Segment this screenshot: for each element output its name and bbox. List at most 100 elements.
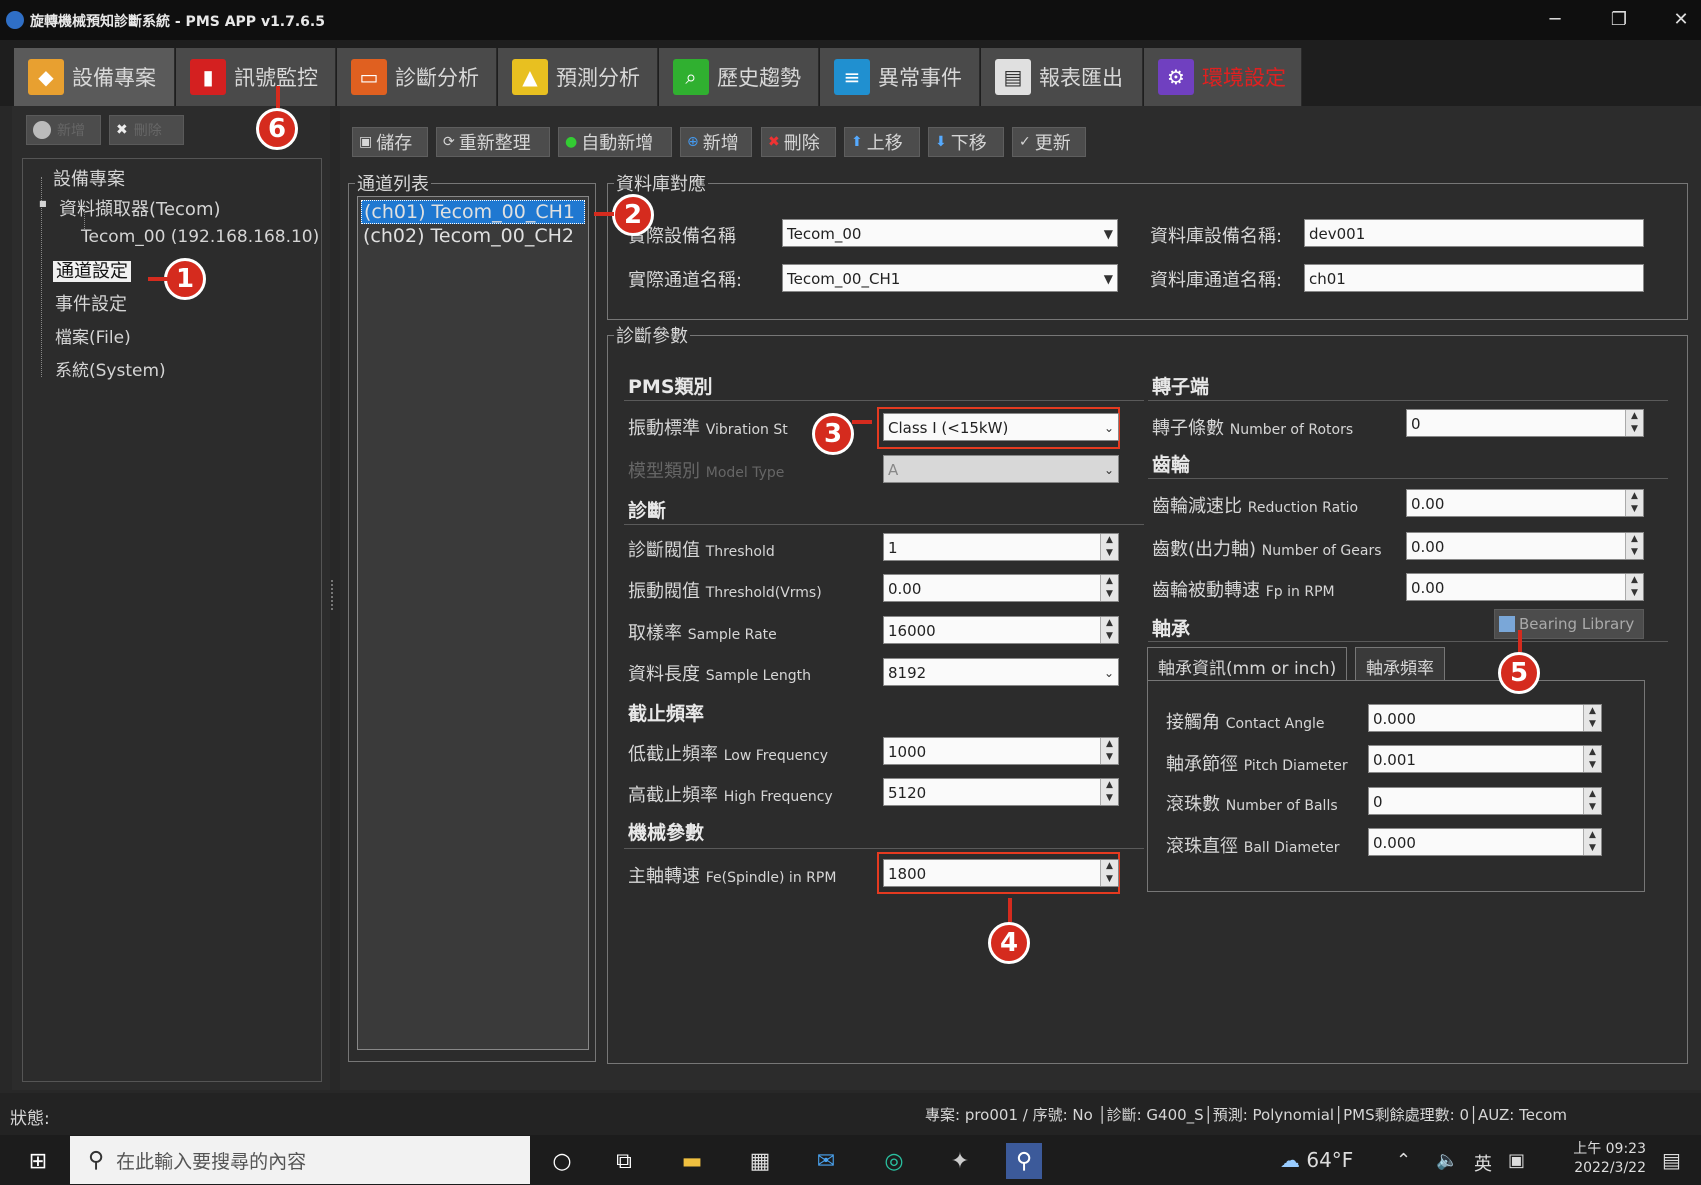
reduction-ratio-spinner[interactable]: 0.00 ▲ ▼ [1406, 489, 1644, 517]
store-icon[interactable]: ▦ [742, 1143, 778, 1179]
model-type-select[interactable]: A ⌄ [883, 455, 1119, 483]
tab-bearing-info[interactable]: 軸承資訊(mm or inch) [1147, 647, 1348, 681]
spinner-arrows-icon[interactable]: ▲ ▼ [1583, 788, 1601, 814]
step-marker-4: 4 [988, 922, 1030, 964]
close-button[interactable]: ✕ [1666, 8, 1696, 32]
vibration-standard-select[interactable]: Class I (<15kW) ⌄ [883, 413, 1119, 441]
delete-button[interactable]: ✖ 刪除 [761, 127, 836, 157]
pinned-app-icon[interactable]: ✦ [942, 1143, 978, 1179]
tree-item-event-settings[interactable]: 事件設定 [55, 290, 127, 316]
vibration-standard-label: 振動標準 Vibration St [628, 418, 788, 439]
rotors-spinner[interactable]: 0 ▲ ▼ [1406, 409, 1644, 437]
tab-bearing-frequency[interactable]: 軸承頻率 [1355, 647, 1445, 681]
minimize-button[interactable]: ─ [1540, 8, 1570, 32]
tab-report-export[interactable]: ▤ 報表匯出 [981, 48, 1143, 106]
tab-signal-monitor[interactable]: ▮ 訊號監控 [176, 48, 336, 106]
book-icon [1499, 616, 1515, 632]
threshold-spinner[interactable]: 1 ▲ ▼ [883, 533, 1119, 561]
tab-diagnosis[interactable]: ▭ 診斷分析 [337, 48, 497, 106]
tree-remove-button[interactable]: ✖ 刪除 [109, 115, 184, 145]
clock-time[interactable]: 上午 09:23 [1556, 1138, 1646, 1158]
pms-app-taskbar-icon[interactable]: ⚲ [1006, 1143, 1042, 1179]
sample-rate-spinner[interactable]: 16000 ▲ ▼ [883, 616, 1119, 644]
bearing-library-button[interactable]: Bearing Library [1494, 609, 1644, 639]
tree-add-button[interactable]: 新增 [26, 115, 101, 145]
contact-angle-spinner[interactable]: 0.000 ▲ ▼ [1368, 704, 1602, 732]
threshold-vrms-spinner[interactable]: 0.00 ▲ ▼ [883, 574, 1119, 602]
save-button[interactable]: ▣ 儲存 [352, 127, 428, 157]
tree-item-system[interactable]: 系統(System) [55, 356, 166, 381]
tab-prediction[interactable]: ▲ 預測分析 [498, 48, 658, 106]
channel-list-item[interactable]: (ch02) Tecom_00_CH2 [361, 225, 585, 249]
pitch-diameter-spinner[interactable]: 0.001 ▲ ▼ [1368, 745, 1602, 773]
device-name-select[interactable]: Tecom_00 ▼ [782, 219, 1118, 247]
spinner-arrows-icon[interactable]: ▲ ▼ [1625, 533, 1643, 559]
spinner-arrows-icon[interactable]: ▲ ▼ [1583, 705, 1601, 731]
notification-icon[interactable]: ▤ [1662, 1148, 1681, 1172]
add-button[interactable]: ⊕ 新增 [680, 127, 752, 157]
edge-icon[interactable]: ◎ [876, 1143, 912, 1179]
expand-icon[interactable]: ■ [39, 199, 47, 208]
move-up-button[interactable]: ⬆ 上移 [844, 127, 920, 157]
splitter-handle[interactable] [331, 580, 337, 610]
mail-icon[interactable]: ✉ [808, 1143, 844, 1179]
mechanical-params-heading: 機械參數 [628, 822, 705, 844]
spinner-arrows-icon[interactable]: ▲ ▼ [1583, 746, 1601, 772]
sample-length-select[interactable]: 8192 ⌄ [883, 658, 1119, 686]
fp-rpm-spinner[interactable]: 0.00 ▲ ▼ [1406, 573, 1644, 601]
speaker-icon[interactable]: 🔈 [1436, 1150, 1458, 1171]
weather-widget[interactable]: ☁ 64°F [1280, 1148, 1353, 1172]
tab-equipment-project[interactable]: ◆ 設備專案 [14, 48, 175, 106]
spindle-rpm-spinner[interactable]: 1800 ▲ ▼ [883, 859, 1119, 887]
channel-name-select[interactable]: Tecom_00_CH1 ▼ [782, 264, 1118, 292]
divider [624, 400, 1144, 401]
spinner-arrows-icon[interactable]: ▲ ▼ [1625, 410, 1643, 436]
tab-environment-settings[interactable]: ⚙ 環境設定 [1144, 48, 1302, 106]
db-channel-name-field[interactable]: ch01 [1304, 264, 1644, 292]
gear-heading: 齒輪 [1152, 454, 1191, 476]
chevron-up-icon[interactable]: ⌃ [1396, 1150, 1411, 1171]
spinner-arrows-icon[interactable]: ▲ ▼ [1100, 534, 1118, 560]
tree-item-file[interactable]: 檔案(File) [55, 323, 131, 348]
tree-item-root[interactable]: 設備專案 [53, 165, 125, 191]
spinner-arrows-icon[interactable]: ▲ ▼ [1100, 860, 1118, 886]
auto-add-button[interactable]: ● 自動新增 [558, 127, 672, 157]
taskbar-search-box[interactable]: ⚲ 在此輸入要搜尋的內容 [70, 1136, 530, 1184]
file-explorer-icon[interactable]: ▬ [674, 1143, 710, 1179]
search-icon: ⌕ [673, 59, 709, 95]
spinner-arrows-icon[interactable]: ▲ ▼ [1583, 829, 1601, 855]
spinner-arrows-icon[interactable]: ▲ ▼ [1100, 779, 1118, 805]
input-language[interactable]: 英 [1474, 1150, 1492, 1176]
ball-diameter-spinner[interactable]: 0.000 ▲ ▼ [1368, 828, 1602, 856]
clock-date[interactable]: 2022/3/22 [1556, 1160, 1646, 1176]
chevron-down-icon: ⌄ [1103, 421, 1114, 435]
db-device-name-label: 資料庫設備名稱: [1150, 226, 1283, 247]
db-device-name-field[interactable]: dev001 [1304, 219, 1644, 247]
high-frequency-spinner[interactable]: 5120 ▲ ▼ [883, 778, 1119, 806]
spinner-arrows-icon[interactable]: ▲ ▼ [1100, 575, 1118, 601]
ime-icon[interactable]: ▣ [1508, 1150, 1525, 1171]
tab-history-trend[interactable]: ⌕ 歷史趨勢 [659, 48, 819, 106]
maximize-button[interactable]: ❐ [1604, 8, 1634, 32]
gears-spinner[interactable]: 0.00 ▲ ▼ [1406, 532, 1644, 560]
spinner-arrows-icon[interactable]: ▲ ▼ [1625, 490, 1643, 516]
tree-item-node[interactable]: Tecom_00 (192.168.168.10) [81, 227, 319, 247]
low-frequency-spinner[interactable]: 1000 ▲ ▼ [883, 737, 1119, 765]
green-dot-icon: ● [565, 134, 578, 150]
refresh-button[interactable]: ⟳ 重新整理 [436, 127, 550, 157]
move-down-button[interactable]: ⬇ 下移 [928, 127, 1004, 157]
tab-label: 報表匯出 [1039, 66, 1123, 90]
update-button[interactable]: ✓ 更新 [1012, 127, 1086, 157]
task-view-icon[interactable]: ⧉ [606, 1143, 642, 1179]
step-marker-2: 2 [612, 194, 654, 236]
cortana-icon[interactable]: ○ [544, 1143, 580, 1179]
number-of-balls-spinner[interactable]: 0 ▲ ▼ [1368, 787, 1602, 815]
spinner-arrows-icon[interactable]: ▲ ▼ [1625, 574, 1643, 600]
tree-item-device[interactable]: 資料擷取器(Tecom) [59, 195, 221, 221]
windows-start-icon[interactable]: ⊞ [20, 1143, 56, 1179]
tree-item-channel-settings[interactable]: 通道設定 [53, 257, 131, 283]
spinner-arrows-icon[interactable]: ▲ ▼ [1100, 738, 1118, 764]
tab-abnormal-events[interactable]: ≡ 異常事件 [820, 48, 980, 106]
spinner-arrows-icon[interactable]: ▲ ▼ [1100, 617, 1118, 643]
channel-list-item[interactable]: (ch01) Tecom_00_CH1 [361, 200, 585, 224]
